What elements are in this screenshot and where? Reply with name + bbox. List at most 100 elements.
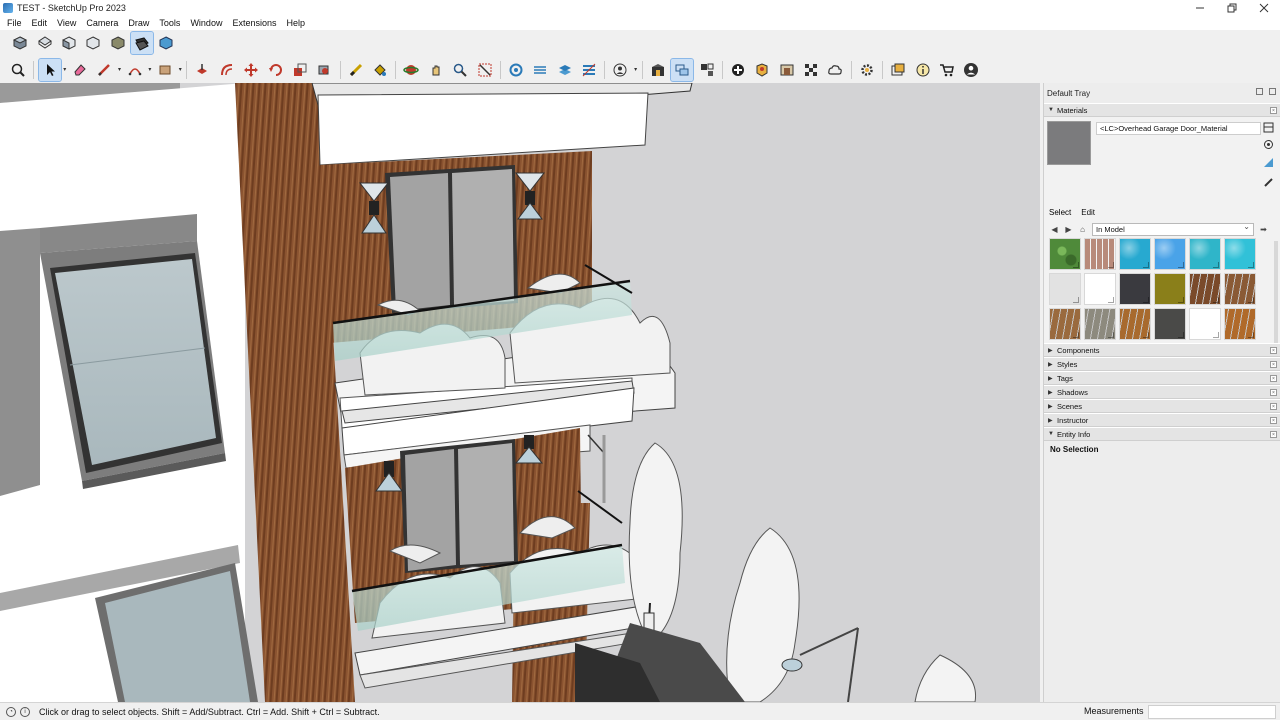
tray-pin-button[interactable] <box>1256 88 1263 95</box>
extension-warehouse-button[interactable] <box>800 59 822 81</box>
orbit-button[interactable] <box>400 59 422 81</box>
settings-button[interactable] <box>856 59 878 81</box>
material-swatch[interactable] <box>1154 273 1186 305</box>
material-swatch[interactable] <box>1049 308 1081 340</box>
tray-close-button[interactable] <box>1269 88 1276 95</box>
info-button[interactable] <box>912 59 934 81</box>
panel-scenes[interactable]: ▶ Scenes × <box>1044 399 1280 413</box>
material-swatch[interactable] <box>1084 273 1116 305</box>
material-swatch[interactable] <box>1224 238 1256 270</box>
rectangle-tool-button[interactable] <box>154 59 176 81</box>
outliner-button[interactable] <box>670 57 695 82</box>
default-material-icon[interactable] <box>1263 157 1274 168</box>
arc-dropdown[interactable]: ▾ <box>147 59 153 81</box>
panel-close-button[interactable]: × <box>1270 361 1277 368</box>
create-material-icon[interactable] <box>1263 139 1274 150</box>
panel-components[interactable]: ▶ Components × <box>1044 343 1280 357</box>
rotate-button[interactable] <box>265 59 287 81</box>
select-dropdown[interactable]: ▾ <box>62 59 68 81</box>
panel-close-button[interactable]: × <box>1270 403 1277 410</box>
material-swatch[interactable] <box>1154 238 1186 270</box>
display-secondary-pane-icon[interactable] <box>1263 122 1274 133</box>
material-swatch[interactable] <box>1049 273 1081 305</box>
line-dropdown[interactable]: ▾ <box>117 59 123 81</box>
panel-close-button[interactable]: × <box>1270 347 1277 354</box>
menu-view[interactable]: View <box>52 18 81 28</box>
arc-tool-button[interactable] <box>124 59 146 81</box>
components-button[interactable] <box>696 59 718 81</box>
forward-arrow-icon[interactable]: ▶ <box>1064 225 1073 234</box>
paint-bucket-button[interactable] <box>369 59 391 81</box>
restore-button[interactable] <box>1216 0 1248 15</box>
material-swatch[interactable] <box>1084 238 1116 270</box>
menu-help[interactable]: Help <box>281 18 310 28</box>
material-swatch[interactable] <box>1119 308 1151 340</box>
current-material-swatch[interactable] <box>1047 121 1091 165</box>
info-status-icon[interactable]: i <box>20 706 30 717</box>
pan-button[interactable] <box>425 59 447 81</box>
panel-close-button[interactable]: × <box>1270 389 1277 396</box>
details-arrow-icon[interactable]: ➡ <box>1259 225 1268 234</box>
account-button[interactable] <box>960 59 982 81</box>
panel-entity-info[interactable]: ▼ Entity Info × <box>1044 427 1280 441</box>
materials-scrollbar[interactable] <box>1274 241 1278 347</box>
section-plane-button[interactable] <box>505 59 527 81</box>
scale-button[interactable] <box>289 59 311 81</box>
display-section-planes-button[interactable] <box>529 59 551 81</box>
material-swatch[interactable] <box>1154 308 1186 340</box>
material-swatch[interactable] <box>1224 273 1256 305</box>
measurements-input[interactable] <box>1148 705 1276 719</box>
section-fill-button[interactable] <box>578 59 600 81</box>
right-view-button[interactable] <box>82 32 104 54</box>
material-swatch[interactable] <box>1119 238 1151 270</box>
line-tool-button[interactable] <box>93 59 115 81</box>
material-swatch[interactable] <box>1189 308 1221 340</box>
close-button[interactable] <box>1248 0 1280 15</box>
back-arrow-icon[interactable]: ◀ <box>1050 225 1059 234</box>
menu-tools[interactable]: Tools <box>154 18 185 28</box>
follow-me-button[interactable] <box>313 59 335 81</box>
material-swatch[interactable] <box>1224 308 1256 340</box>
menu-file[interactable]: File <box>2 18 27 28</box>
top-view-button[interactable] <box>34 32 56 54</box>
model-viewport[interactable] <box>0 83 1040 702</box>
menu-window[interactable]: Window <box>185 18 227 28</box>
select-tool-button[interactable] <box>37 57 62 82</box>
sample-paint-icon[interactable] <box>1263 177 1274 188</box>
left-view-button[interactable] <box>130 31 155 55</box>
zoom-window-button[interactable] <box>474 59 496 81</box>
layout-button[interactable] <box>887 59 909 81</box>
panel-shadows[interactable]: ▶ Shadows × <box>1044 385 1280 399</box>
profile-dropdown[interactable]: ▾ <box>633 59 639 81</box>
geo-location-button[interactable] <box>751 59 773 81</box>
panel-tags[interactable]: ▶ Tags × <box>1044 371 1280 385</box>
front-view-button[interactable] <box>58 32 80 54</box>
panel-close-button[interactable]: × <box>1270 375 1277 382</box>
menu-camera[interactable]: Camera <box>81 18 123 28</box>
geo-status-icon[interactable]: ◔ <box>6 706 16 717</box>
panel-close-button[interactable]: × <box>1270 417 1277 424</box>
material-swatch[interactable] <box>1084 308 1116 340</box>
section-cuts-button[interactable] <box>554 59 576 81</box>
iso-view-button[interactable] <box>9 32 31 54</box>
material-swatch[interactable] <box>1189 273 1221 305</box>
menu-draw[interactable]: Draw <box>123 18 154 28</box>
rectangle-dropdown[interactable]: ▾ <box>177 59 183 81</box>
back-view-button[interactable] <box>107 32 129 54</box>
tab-select[interactable]: Select <box>1048 207 1072 218</box>
material-swatch[interactable] <box>1119 273 1151 305</box>
tape-measure-button[interactable] <box>345 59 367 81</box>
zoom-button[interactable] <box>449 59 471 81</box>
panel-instructor[interactable]: ▶ Instructor × <box>1044 413 1280 427</box>
material-swatch[interactable] <box>1189 238 1221 270</box>
home-icon[interactable]: ⌂ <box>1078 225 1087 234</box>
material-name-field[interactable]: <LC>Overhead Garage Door_Material <box>1096 122 1261 135</box>
zoom-extents-button[interactable] <box>7 59 29 81</box>
cloud-button[interactable] <box>824 59 846 81</box>
tab-edit[interactable]: Edit <box>1080 207 1096 218</box>
panel-close-button[interactable]: × <box>1270 431 1277 438</box>
panel-styles[interactable]: ▶ Styles × <box>1044 357 1280 371</box>
minimize-button[interactable] <box>1184 0 1216 15</box>
add-location-button[interactable] <box>727 59 749 81</box>
collection-dropdown[interactable]: In Model <box>1092 222 1254 236</box>
